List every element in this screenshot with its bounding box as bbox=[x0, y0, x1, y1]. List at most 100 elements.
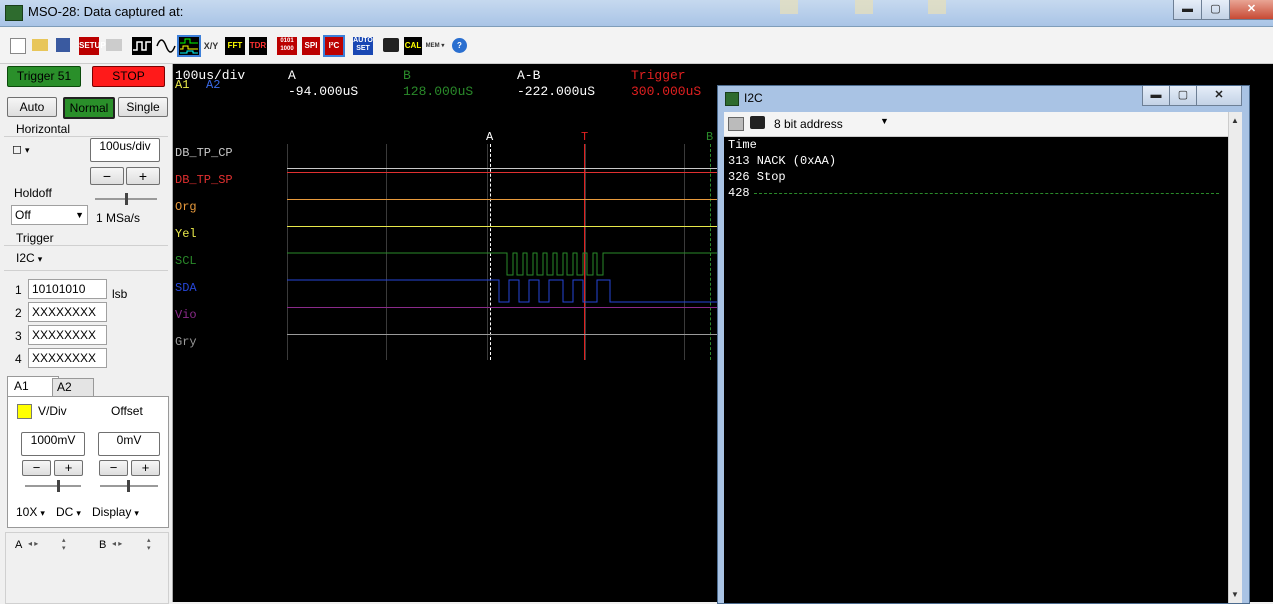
sample-rate: 1 MSa/s bbox=[96, 211, 141, 225]
memory-button[interactable]: MEM ▾ bbox=[423, 37, 447, 55]
camera-icon[interactable] bbox=[383, 38, 399, 52]
offset-minus-button[interactable]: − bbox=[99, 460, 128, 476]
trigger-row-number: 3 bbox=[15, 329, 22, 343]
help-icon[interactable]: ? bbox=[452, 38, 467, 53]
normal-mode-button[interactable]: Normal bbox=[63, 97, 115, 119]
new-icon[interactable] bbox=[10, 38, 26, 54]
fft-button[interactable]: FFT bbox=[225, 37, 245, 55]
open-icon[interactable] bbox=[32, 39, 48, 51]
window-title: MSO-28: Data captured at: bbox=[28, 4, 184, 19]
display-dropdown[interactable]: Display bbox=[92, 505, 139, 519]
auto-mode-button[interactable]: Auto bbox=[7, 97, 57, 117]
cursor-a-spinner[interactable]: ▴ ▾ bbox=[62, 537, 66, 553]
i2c-row[interactable]: 428 bbox=[728, 186, 750, 200]
trigger-word-2-input[interactable]: XXXXXXXX bbox=[28, 302, 107, 322]
probe-dropdown[interactable]: 10X bbox=[16, 505, 45, 519]
i2c-column-header: Time bbox=[728, 138, 757, 152]
channel-a1-label: A1 bbox=[175, 78, 190, 92]
offset-plus-button[interactable]: + bbox=[131, 460, 160, 476]
vdiv-slider[interactable] bbox=[25, 485, 81, 487]
trigger-status-indicator: Trigger 51 bbox=[7, 66, 81, 87]
square-wave-icon bbox=[133, 41, 151, 51]
trigger-word-1-input[interactable]: 10101010 bbox=[28, 279, 107, 299]
divider bbox=[4, 245, 168, 246]
xy-mode-button[interactable]: X/Y bbox=[202, 37, 220, 55]
setup-button[interactable]: SETUP bbox=[79, 37, 106, 55]
cursor-b-spinner[interactable]: ▴ ▾ bbox=[147, 537, 151, 553]
scroll-up-icon[interactable]: ▲ bbox=[1231, 116, 1239, 125]
i2c-button[interactable]: I²C bbox=[323, 35, 345, 57]
probe-value: 10X bbox=[16, 505, 38, 519]
channel-color-swatch[interactable] bbox=[17, 404, 32, 419]
cursor-b-marker[interactable]: B bbox=[706, 130, 713, 144]
trigger-word-3-input[interactable]: XXXXXXXX bbox=[28, 325, 107, 345]
i2c-minimize-button[interactable]: ▬ bbox=[1142, 86, 1170, 106]
offset-slider-thumb[interactable] bbox=[127, 480, 130, 492]
minimize-button[interactable]: ▬ bbox=[1173, 0, 1202, 20]
tab-a2[interactable]: A2 bbox=[52, 378, 94, 397]
chevron-down-icon[interactable]: ▼ bbox=[880, 116, 889, 126]
trigger-source-value: I2C bbox=[16, 251, 35, 265]
spi-button[interactable]: SPI bbox=[302, 37, 320, 55]
camera-icon[interactable] bbox=[750, 116, 765, 129]
i2c-close-button[interactable]: ✕ bbox=[1196, 86, 1242, 106]
app-icon bbox=[5, 5, 23, 21]
trigger-row-number: 1 bbox=[15, 283, 22, 297]
i2c-body: 8 bit address ▼ Time 313 NACK (0xAA) 326… bbox=[724, 112, 1242, 603]
divider bbox=[4, 136, 168, 137]
app-icon bbox=[725, 92, 739, 106]
coupling-value: DC bbox=[56, 505, 74, 519]
logic-mode-button[interactable] bbox=[177, 35, 201, 57]
logic-wave-icon bbox=[180, 38, 198, 54]
vdiv-label: V/Div bbox=[38, 404, 67, 418]
cursor-b-arrows[interactable]: ◂ ▸ bbox=[112, 539, 122, 548]
i2c-window: I2C ▬ ▢ ✕ 8 bit address ▼ Time 313 NACK … bbox=[717, 85, 1250, 604]
cursor-a-marker[interactable]: A bbox=[486, 130, 493, 144]
blurred-area bbox=[855, 0, 873, 14]
trigger-label: Trigger bbox=[16, 231, 54, 245]
single-mode-button[interactable]: Single bbox=[118, 97, 168, 117]
maximize-button[interactable]: ▢ bbox=[1201, 0, 1230, 20]
trigger-source-dropdown[interactable]: I2C bbox=[16, 251, 42, 265]
trigger-marker[interactable]: T bbox=[581, 130, 588, 144]
channel-name: Vio bbox=[175, 308, 197, 322]
digital-mode-button[interactable]: 0101 1000 bbox=[277, 37, 297, 55]
blurred-area bbox=[780, 0, 798, 14]
sine-wave-icon bbox=[156, 39, 176, 53]
trigger-word-4-input[interactable]: XXXXXXXX bbox=[28, 348, 107, 368]
scroll-down-icon[interactable]: ▼ bbox=[1231, 590, 1239, 599]
vdiv-slider-thumb[interactable] bbox=[57, 480, 60, 492]
holdoff-label: Holdoff bbox=[14, 186, 52, 200]
print-icon[interactable] bbox=[106, 39, 122, 51]
vdiv-plus-button[interactable]: + bbox=[54, 460, 83, 476]
tdr-button[interactable]: TDR bbox=[249, 37, 267, 55]
coupling-dropdown[interactable]: DC bbox=[56, 505, 81, 519]
i2c-toolbar: 8 bit address ▼ bbox=[724, 112, 1229, 137]
i2c-maximize-button[interactable]: ▢ bbox=[1169, 86, 1197, 106]
holdoff-select-value: Off bbox=[15, 208, 31, 222]
i2c-row[interactable]: 326 Stop bbox=[728, 170, 786, 184]
calibrate-button[interactable]: CAL bbox=[404, 37, 422, 55]
holdoff-slider-thumb[interactable] bbox=[125, 193, 128, 205]
delta-header: A-B bbox=[517, 68, 541, 83]
i2c-row[interactable]: 313 NACK (0xAA) bbox=[728, 154, 836, 168]
save-icon[interactable] bbox=[56, 38, 70, 52]
chevron-down-icon: ▼ bbox=[75, 210, 84, 220]
cursor-b-line bbox=[754, 193, 1219, 194]
scope-mode-button[interactable] bbox=[132, 37, 152, 55]
cursor-a-arrows[interactable]: ◂ ▸ bbox=[28, 539, 38, 548]
stop-button[interactable]: STOP bbox=[92, 66, 165, 87]
zoom-dropdown[interactable]: ◻ bbox=[12, 142, 36, 158]
close-button[interactable]: ✕ bbox=[1229, 0, 1273, 20]
vdiv-minus-button[interactable]: − bbox=[22, 460, 51, 476]
horizontal-label: Horizontal bbox=[16, 122, 71, 136]
timebase-minus-button[interactable]: − bbox=[90, 167, 124, 185]
timebase-plus-button[interactable]: + bbox=[126, 167, 160, 185]
auto-set-button[interactable]: AUTO SET bbox=[353, 37, 373, 55]
sine-mode-button[interactable] bbox=[156, 37, 176, 55]
print-icon[interactable] bbox=[728, 117, 744, 131]
holdoff-select[interactable]: Off ▼ bbox=[11, 205, 88, 225]
timebase-display: 100us/div bbox=[90, 138, 160, 162]
i2c-scrollbar[interactable]: ▲ ▼ bbox=[1228, 112, 1242, 603]
divider bbox=[4, 270, 168, 271]
